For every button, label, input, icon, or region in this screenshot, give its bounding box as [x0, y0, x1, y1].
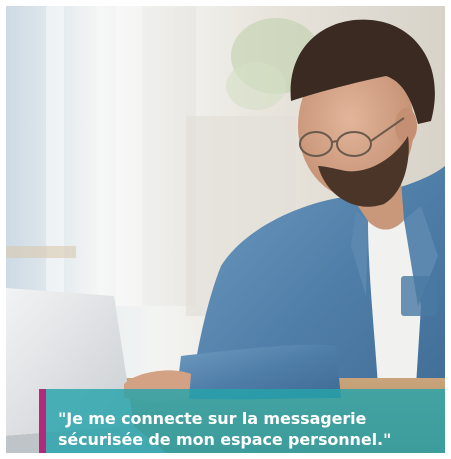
quote-text: "Je me connecte sur la messagerie sécuri… [58, 408, 438, 450]
quote-caption: "Je me connecte sur la messagerie sécuri… [39, 389, 445, 453]
caption-accent-bar [39, 389, 46, 453]
quote-line-2: sécurisée de mon espace personnel." [58, 430, 392, 449]
man-with-laptop-photo [6, 6, 445, 453]
quote-line-1: "Je me connecte sur la messagerie [58, 409, 367, 428]
hero-card: "Je me connecte sur la messagerie sécuri… [6, 6, 445, 453]
